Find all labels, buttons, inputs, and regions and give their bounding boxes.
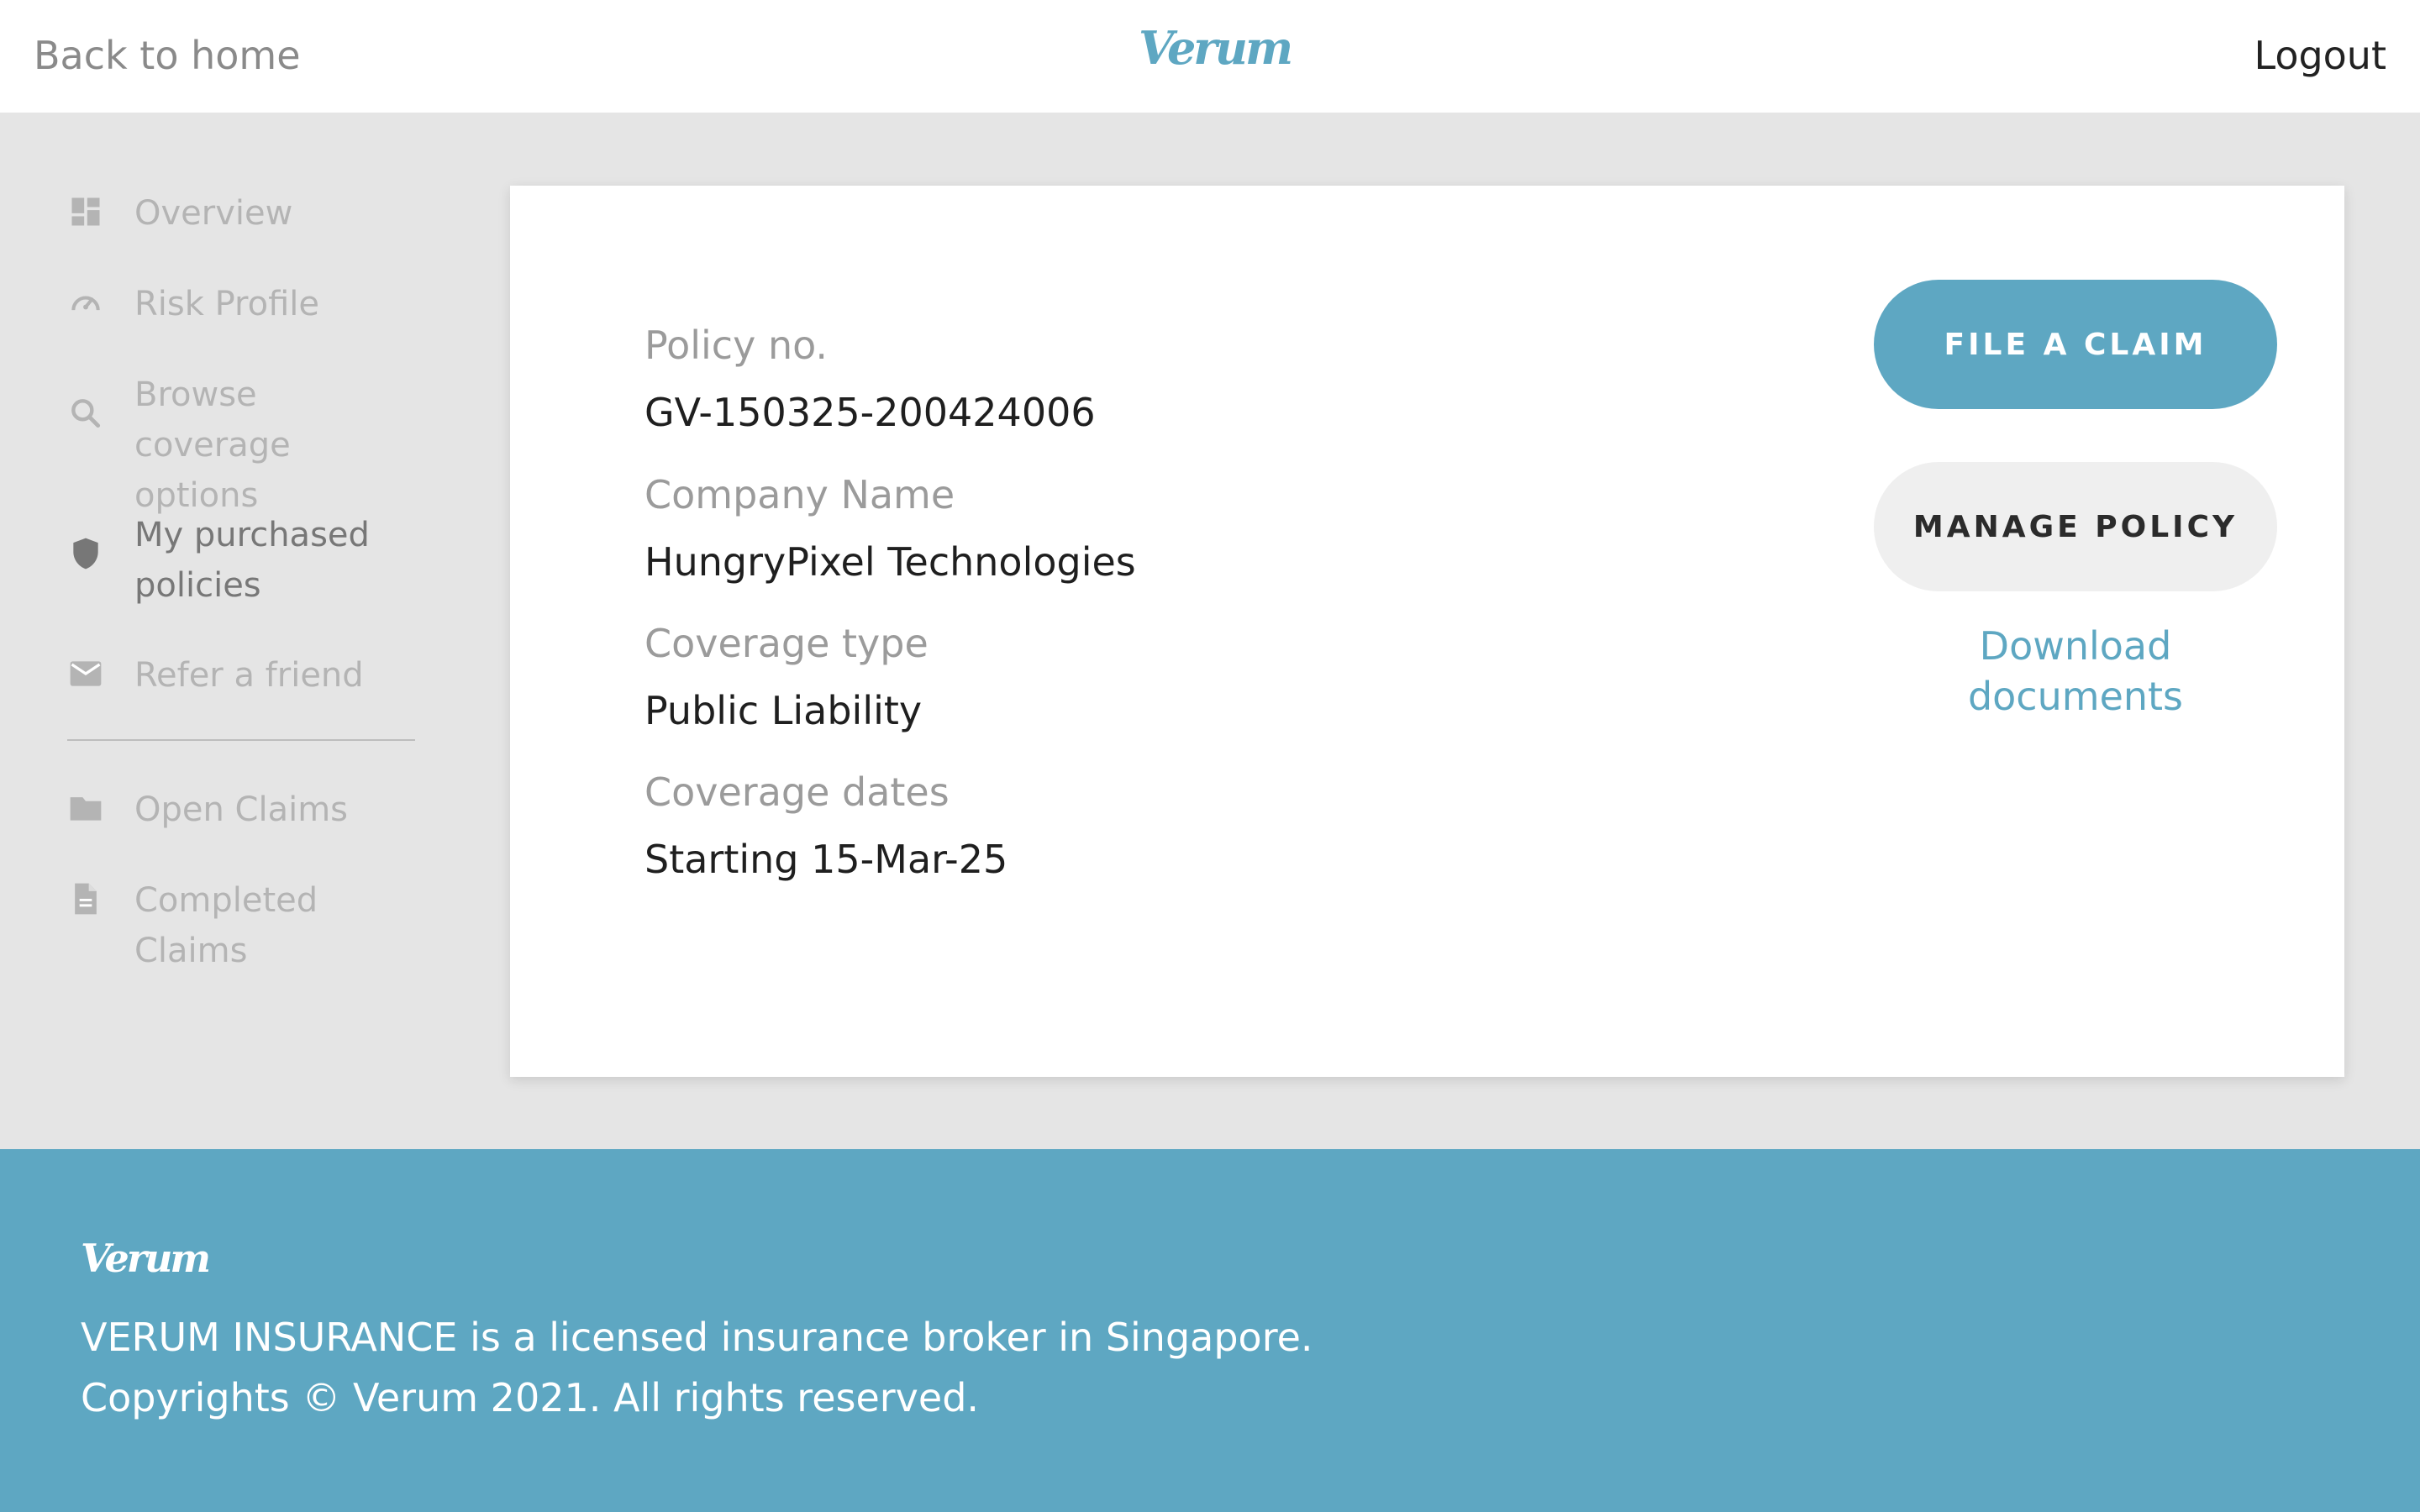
sidebar-item-label: Open Claims — [134, 790, 349, 829]
manage-policy-button[interactable]: MANAGE POLICY — [1874, 462, 2277, 591]
back-to-home-link[interactable]: Back to home — [34, 32, 301, 79]
policy-no-label: Policy no. — [644, 323, 829, 368]
policy-card: Policy no. GV-150325-200424006 Company N… — [510, 186, 2344, 1077]
search-icon — [67, 395, 104, 432]
sidebar-nav: Overview Risk Profile Browse coverage op… — [0, 113, 471, 1149]
sidebar-item-refer-friend[interactable]: Refer a friend — [67, 650, 420, 701]
sidebar-item-overview[interactable]: Overview — [67, 188, 420, 239]
footer-copyright-text: Copyrights © Verum 2021. All rights rese… — [81, 1375, 980, 1420]
mail-icon — [67, 655, 104, 692]
logo-text: Verum — [1139, 21, 1293, 75]
footer-license-text: VERUM INSURANCE is a licensed insurance … — [81, 1315, 1313, 1360]
coverage-type-value: Public Liability — [644, 688, 923, 733]
sidebar-divider — [67, 739, 415, 741]
sidebar-item-purchased-policies[interactable]: My purchased policies — [67, 510, 420, 611]
sidebar-item-label: Risk Profile — [134, 285, 319, 323]
sidebar-item-label: Completed Claims — [134, 881, 318, 970]
sidebar-item-label: Browse coverage options — [134, 375, 291, 515]
sidebar-item-label: Overview — [134, 194, 293, 233]
coverage-type-label: Coverage type — [644, 621, 929, 666]
sidebar-item-risk-profile[interactable]: Risk Profile — [67, 279, 420, 329]
folder-icon — [67, 790, 104, 827]
verum-logo[interactable]: Verum — [1139, 18, 1293, 77]
shield-icon — [67, 535, 104, 572]
sidebar-item-browse-coverage[interactable]: Browse coverage options — [67, 370, 420, 521]
logout-link[interactable]: Logout — [2254, 32, 2387, 79]
download-documents-link[interactable]: Download documents — [1874, 621, 2277, 722]
coverage-dates-value: Starting 15-Mar-25 — [644, 837, 1008, 882]
coverage-dates-label: Coverage dates — [644, 769, 950, 815]
sidebar-item-label: My purchased policies — [134, 516, 370, 605]
policy-no-value: GV-150325-200424006 — [644, 390, 1096, 435]
top-header: Back to home Verum Logout — [0, 0, 2420, 113]
sidebar-item-open-claims[interactable]: Open Claims — [67, 785, 420, 835]
document-icon — [67, 880, 104, 917]
speedometer-icon — [67, 284, 104, 321]
sidebar-item-label: Refer a friend — [134, 656, 364, 695]
footer-logo: Verum — [81, 1233, 224, 1284]
file-claim-button[interactable]: FILE A CLAIM — [1874, 280, 2277, 409]
dashboard-icon — [67, 193, 104, 230]
sidebar-item-completed-claims[interactable]: Completed Claims — [67, 875, 420, 976]
page-footer: Verum VERUM INSURANCE is a licensed insu… — [0, 1149, 2420, 1512]
company-name-label: Company Name — [644, 472, 955, 517]
footer-logo-text: Verum — [81, 1236, 211, 1281]
company-name-value: HungryPixel Technologies — [644, 539, 1136, 585]
